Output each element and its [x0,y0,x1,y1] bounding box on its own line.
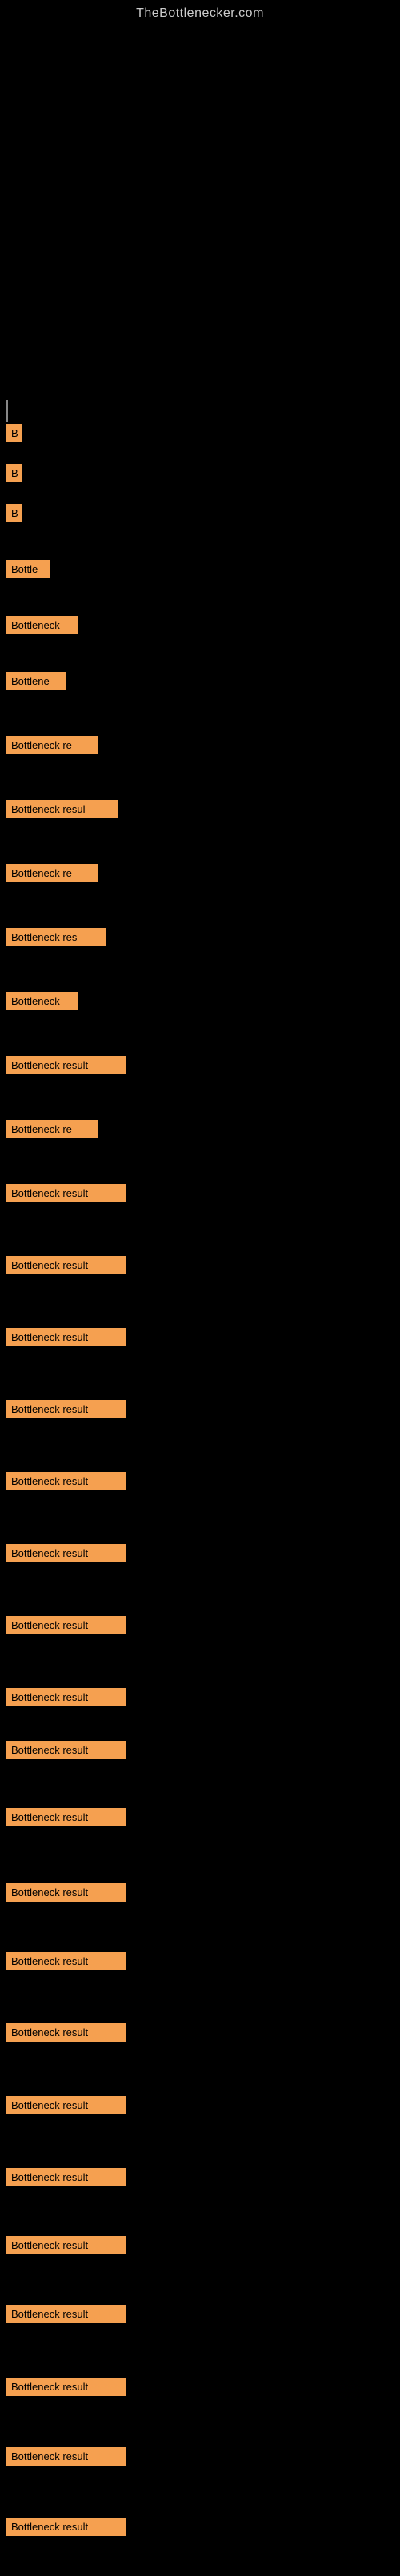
bottleneck-item[interactable]: Bottleneck result [6,1472,126,1490]
bottleneck-item[interactable]: Bottleneck res [6,928,106,946]
bottleneck-item[interactable]: Bottleneck result [6,1808,126,1826]
bottleneck-item[interactable]: Bottleneck result [6,1056,126,1074]
bottleneck-item[interactable]: Bottleneck resul [6,800,118,818]
bottleneck-item[interactable]: Bottleneck result [6,2518,126,2536]
bottleneck-item[interactable]: B [6,424,22,442]
bottleneck-item[interactable]: B [6,504,22,522]
bottleneck-item[interactable]: Bottleneck result [6,1883,126,1902]
bottleneck-item[interactable]: Bottleneck result [6,1544,126,1562]
bottleneck-item[interactable]: Bottleneck result [6,2023,126,2042]
bottleneck-item[interactable]: Bottleneck re [6,1120,98,1138]
bottleneck-item[interactable]: Bottleneck result [6,1184,126,1202]
bottleneck-item[interactable]: Bottle [6,560,50,578]
bottleneck-item[interactable]: Bottleneck result [6,1688,126,1706]
bottleneck-item[interactable]: Bottleneck result [6,1616,126,1634]
bottleneck-item[interactable]: Bottleneck result [6,1741,126,1759]
bottleneck-item[interactable]: Bottleneck re [6,736,98,754]
bottleneck-item[interactable]: Bottleneck [6,992,78,1010]
cursor-line [6,400,8,422]
bottleneck-item[interactable]: Bottleneck result [6,1328,126,1346]
bottleneck-item[interactable]: Bottleneck result [6,2305,126,2323]
bottleneck-item[interactable]: Bottleneck result [6,2447,126,2466]
bottleneck-item[interactable]: Bottleneck result [6,2378,126,2396]
site-title: TheBottlenecker.com [0,0,400,24]
bottleneck-item[interactable]: Bottleneck result [6,2168,126,2186]
bottleneck-item[interactable]: Bottlene [6,672,66,690]
bottleneck-item[interactable]: Bottleneck result [6,1256,126,1274]
bottleneck-item[interactable]: Bottleneck result [6,1400,126,1418]
bottleneck-item[interactable]: B [6,464,22,482]
bottleneck-item[interactable]: Bottleneck result [6,1952,126,1970]
bottleneck-item[interactable]: Bottleneck result [6,2236,126,2254]
bottleneck-item[interactable]: Bottleneck re [6,864,98,882]
bottleneck-item[interactable]: Bottleneck result [6,2096,126,2114]
bottleneck-item[interactable]: Bottleneck [6,616,78,634]
